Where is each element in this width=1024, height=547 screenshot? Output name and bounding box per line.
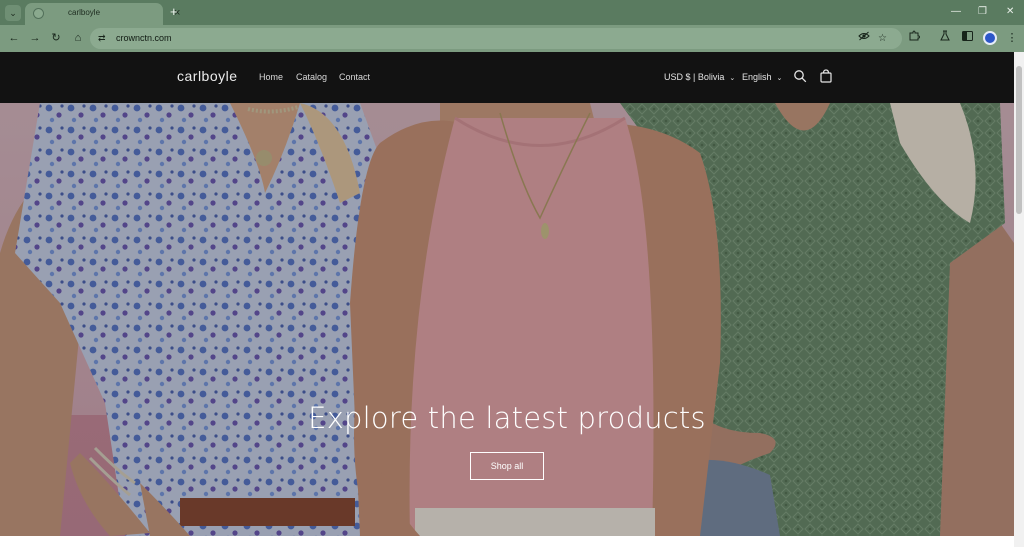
shop-all-button[interactable]: Shop all <box>470 452 544 480</box>
hero-heading: Explore the latest products <box>308 401 706 435</box>
site-info-icon[interactable]: ⇄ <box>98 31 106 46</box>
site-header: carlboyle Home Catalog Contact USD $ | B… <box>0 52 1014 103</box>
browser-tab-strip: ⌄ carlboyle × + — ❐ ✕ <box>0 0 1024 25</box>
cart-bag-icon[interactable] <box>819 69 833 83</box>
nav-contact[interactable]: Contact <box>339 72 370 82</box>
profile-avatar-icon[interactable] <box>983 31 997 45</box>
nav-home[interactable]: Home <box>259 72 283 82</box>
browser-toolbar: ← → ↻ ⌂ ⇄ crownctn.com ☆ ⋮ <box>0 25 1024 52</box>
language-selector[interactable]: English ⌄ <box>742 72 782 82</box>
chevron-down-icon[interactable]: ⌄ <box>5 5 21 21</box>
browser-tab[interactable]: carlboyle × <box>25 3 180 25</box>
language-label: English <box>742 72 772 82</box>
search-icon[interactable] <box>793 69 807 83</box>
kebab-menu-icon[interactable]: ⋮ <box>1005 30 1019 46</box>
page-viewport: carlboyle Home Catalog Contact USD $ | B… <box>0 52 1014 547</box>
favicon-icon <box>33 8 44 19</box>
scrollbar-thumb[interactable] <box>1016 66 1022 214</box>
minimize-icon[interactable]: — <box>951 5 961 19</box>
tab-title: carlboyle <box>68 8 101 17</box>
back-arrow-icon[interactable]: ← <box>7 30 21 46</box>
restore-icon[interactable]: ❐ <box>978 5 987 19</box>
puzzle-icon[interactable] <box>907 30 921 46</box>
currency-label: USD $ | Bolivia <box>664 72 725 82</box>
close-icon[interactable]: ✕ <box>1006 5 1014 19</box>
chevron-down-icon: ⌄ <box>729 75 736 82</box>
page-below-fold <box>0 536 1014 547</box>
store-logo[interactable]: carlboyle <box>177 68 238 84</box>
address-bar[interactable]: ⇄ crownctn.com ☆ <box>90 28 902 49</box>
url-text[interactable]: crownctn.com <box>116 32 172 45</box>
plus-icon[interactable]: + <box>170 4 178 20</box>
currency-selector[interactable]: USD $ | Bolivia ⌄ <box>664 72 735 82</box>
chevron-down-icon: ⌄ <box>776 75 783 82</box>
reload-icon[interactable]: ↻ <box>49 30 63 46</box>
nav-catalog[interactable]: Catalog <box>296 72 327 82</box>
page-scrollbar[interactable] <box>1014 52 1024 547</box>
eye-off-icon[interactable] <box>858 31 870 46</box>
forward-arrow-icon[interactable]: → <box>28 30 42 46</box>
star-icon[interactable]: ☆ <box>878 31 887 46</box>
side-panel-icon[interactable] <box>960 30 974 46</box>
home-icon[interactable]: ⌂ <box>71 30 85 46</box>
labs-flask-icon[interactable] <box>938 30 952 46</box>
hero-banner: Explore the latest products Shop all <box>0 103 1014 536</box>
